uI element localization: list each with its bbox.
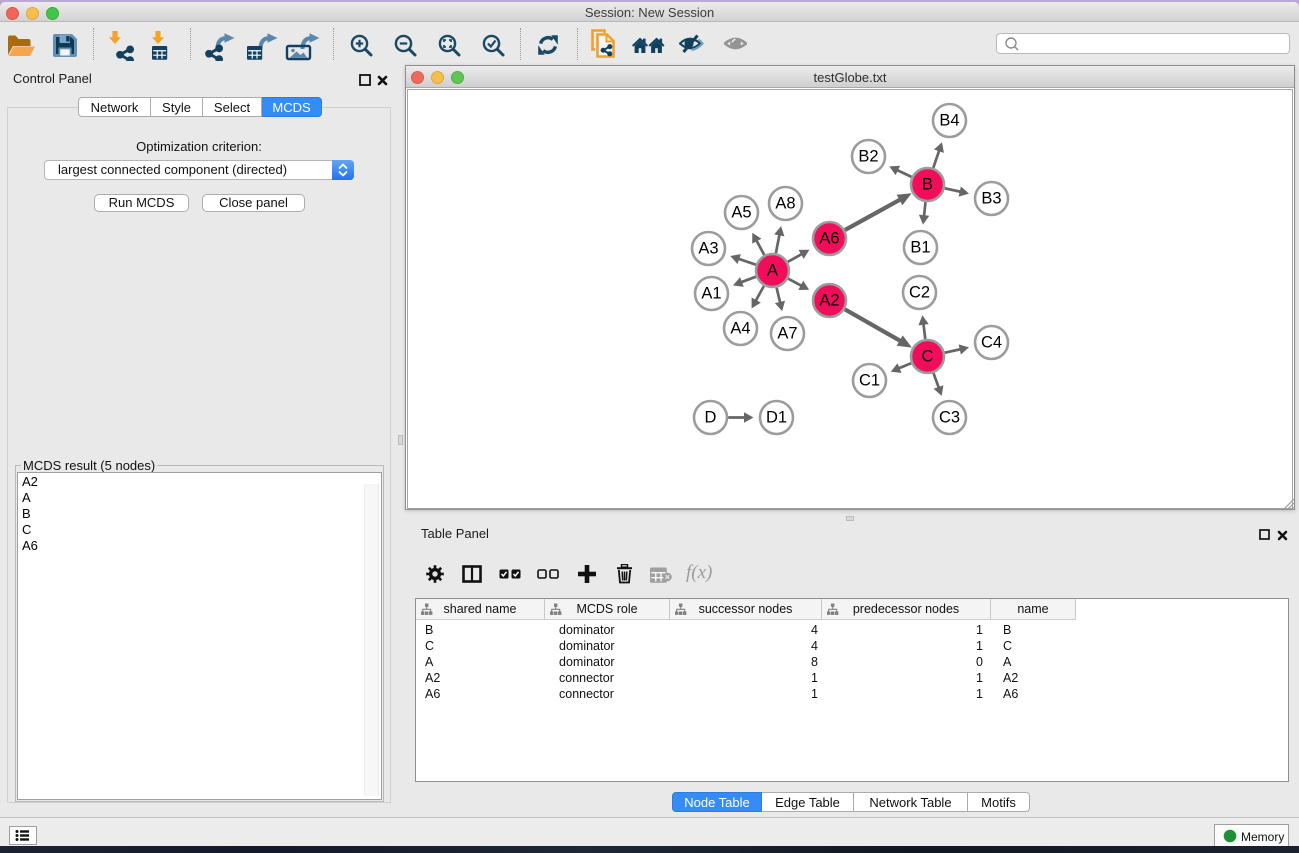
svg-text:A5: A5 [731,204,751,222]
svg-text:A2: A2 [819,292,839,310]
svg-text:A4: A4 [730,320,750,338]
svg-text:B1: B1 [910,239,930,257]
svg-text:A8: A8 [775,195,795,213]
svg-text:B3: B3 [981,190,1001,208]
svg-text:B2: B2 [858,148,878,166]
svg-text:D: D [705,409,717,427]
svg-text:A: A [767,262,778,280]
svg-text:A1: A1 [701,285,721,303]
svg-text:C3: C3 [939,409,960,427]
svg-text:A6: A6 [819,230,839,248]
svg-text:C1: C1 [859,372,880,390]
svg-text:C2: C2 [909,284,930,302]
svg-text:A7: A7 [777,325,797,343]
svg-text:D1: D1 [766,409,787,427]
svg-text:B: B [922,176,933,194]
svg-text:C: C [922,348,934,366]
svg-text:A3: A3 [698,240,718,258]
svg-text:C4: C4 [981,334,1002,352]
svg-text:B4: B4 [939,112,959,130]
